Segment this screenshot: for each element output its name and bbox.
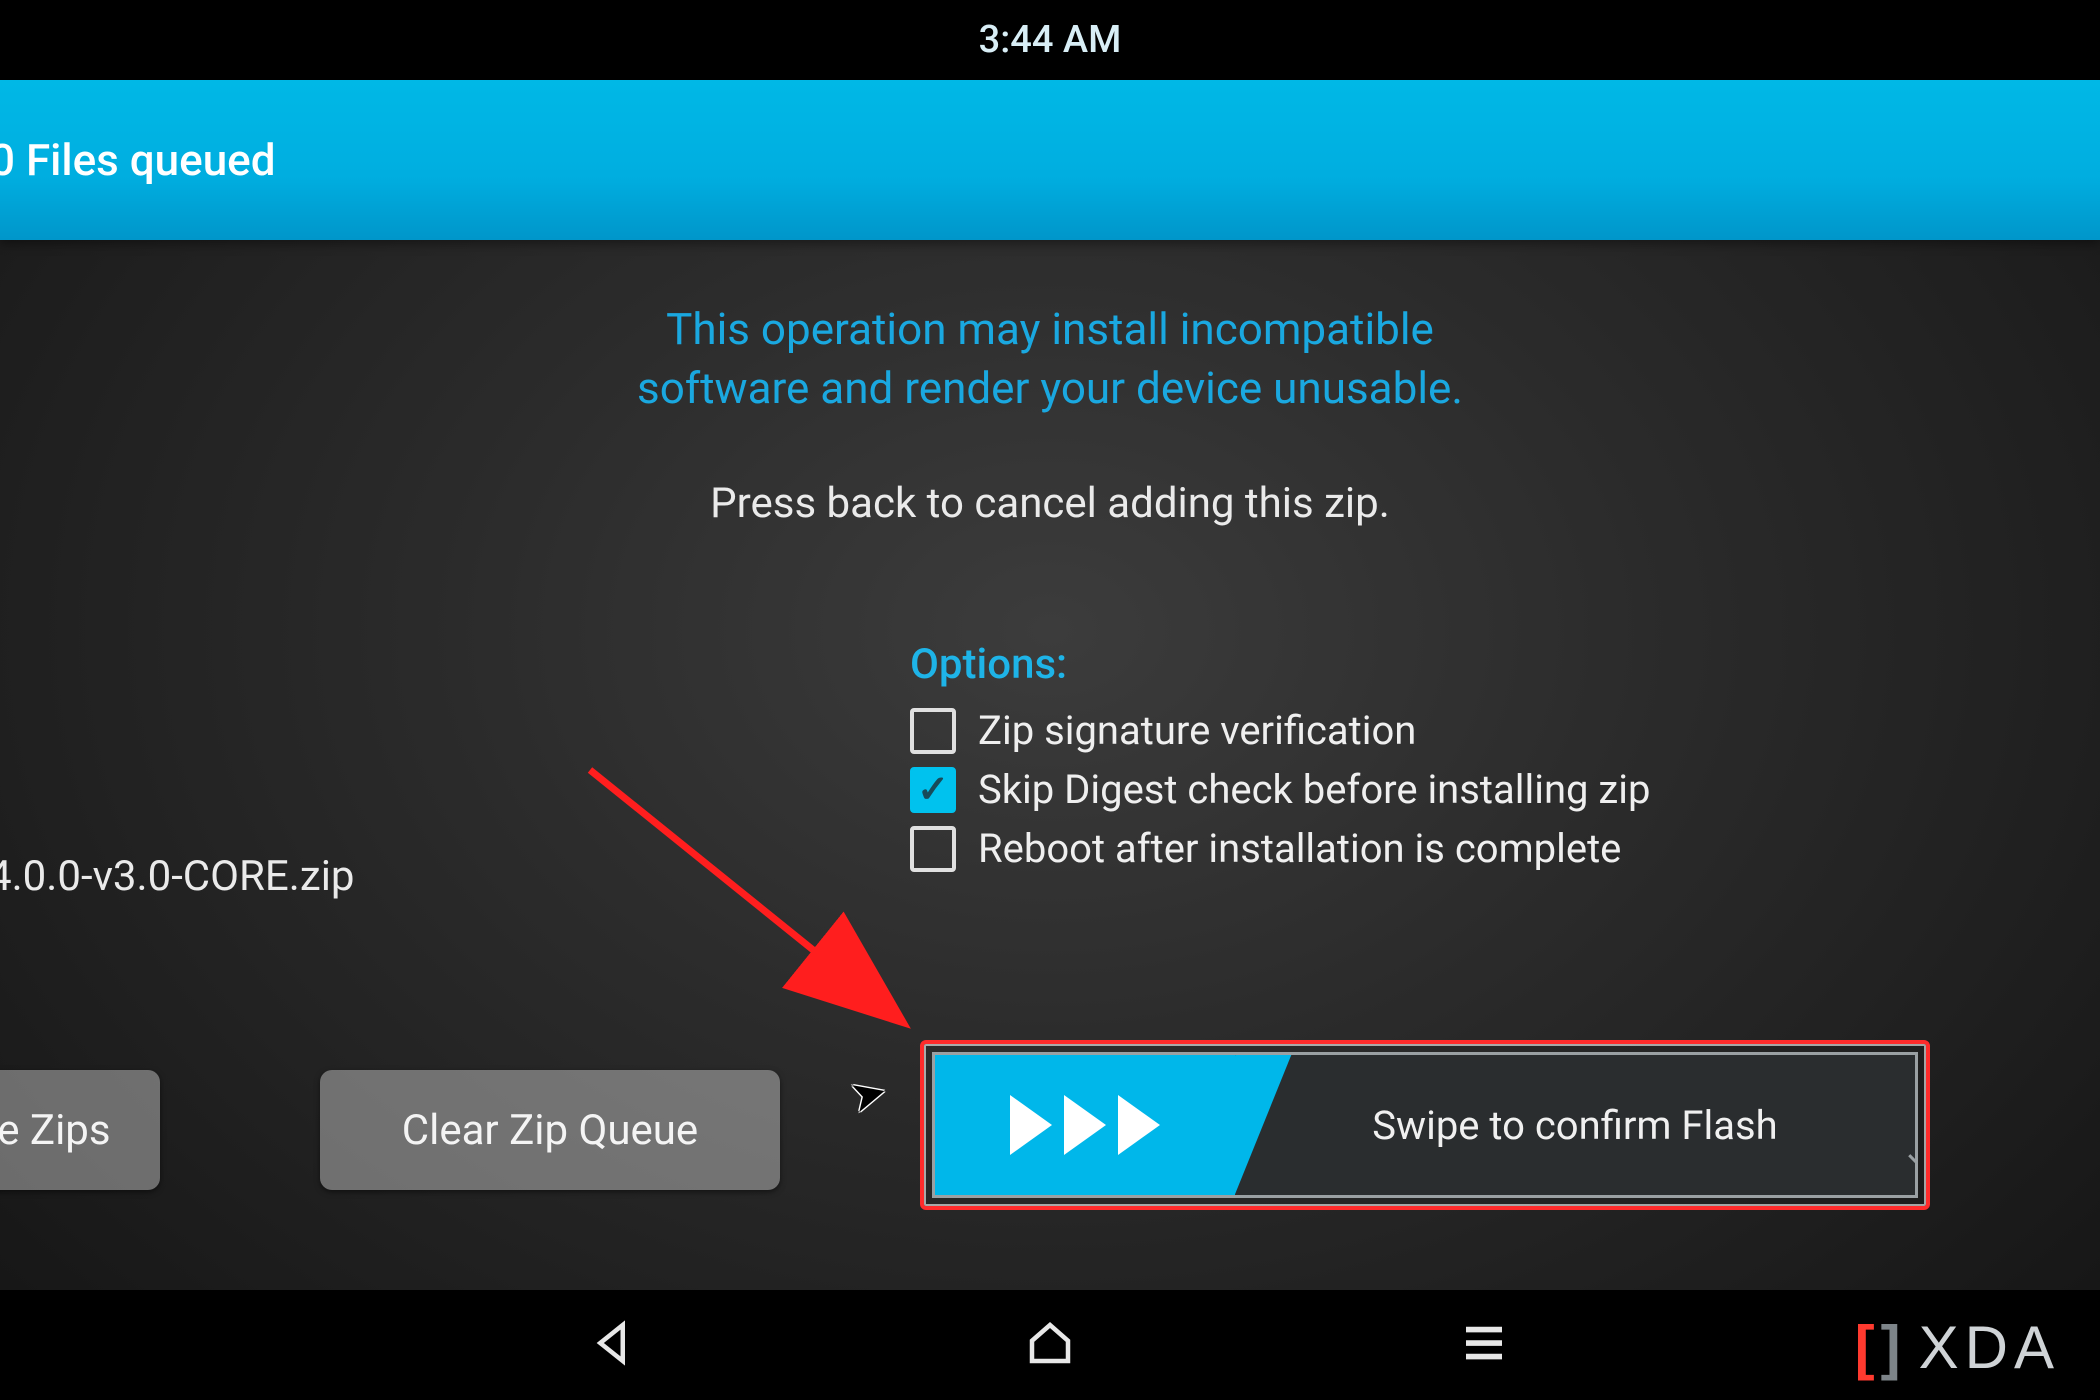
option-label: Skip Digest check before installing zip (978, 766, 1650, 813)
options-title: Options: (910, 640, 1650, 689)
cancel-instruction: Press back to cancel adding this zip. (0, 479, 2100, 528)
home-icon[interactable] (1023, 1316, 1077, 1374)
header-bar: 0 Files queued (0, 80, 2100, 240)
nav-bar (0, 1290, 2100, 1400)
slider-label: Swipe to confirm Flash (1235, 1055, 1915, 1195)
warning-line-2: software and render your device unusable… (0, 359, 2100, 418)
mouse-cursor-icon: ➤ (844, 1064, 893, 1124)
button-label: Clear Zip Queue (402, 1106, 698, 1155)
swipe-slider-highlight: Swipe to confirm Flash (920, 1040, 1930, 1210)
button-label: ore Zips (0, 1106, 111, 1155)
slider-handle[interactable] (935, 1055, 1235, 1195)
clear-zip-queue-button[interactable]: Clear Zip Queue (320, 1070, 780, 1190)
swipe-to-flash-slider[interactable]: Swipe to confirm Flash (932, 1052, 1918, 1198)
add-more-zips-button[interactable]: ore Zips (0, 1070, 160, 1190)
option-skip-digest[interactable]: Skip Digest check before installing zip (910, 766, 1650, 813)
logo-bracket-icon: [] (1855, 1313, 1907, 1382)
queue-label: 0 Files queued (0, 134, 276, 186)
option-label: Zip signature verification (978, 707, 1416, 754)
status-bar: 3:44 AM (0, 0, 2100, 80)
checkbox-icon[interactable] (910, 826, 956, 872)
chevron-right-icon (1118, 1095, 1160, 1155)
menu-icon[interactable] (1457, 1316, 1511, 1374)
queued-file-name: 4.0.0-v3.0-CORE.zip (0, 852, 355, 901)
checkbox-checked-icon[interactable] (910, 767, 956, 813)
option-reboot-after[interactable]: Reboot after installation is complete (910, 825, 1650, 872)
warning-block: This operation may install incompatible … (0, 300, 2100, 528)
logo-text: XDA (1919, 1313, 2060, 1382)
options-block: Options: Zip signature verification Skip… (910, 640, 1650, 884)
status-time: 3:44 AM (979, 18, 1122, 62)
warning-line-1: This operation may install incompatible (0, 300, 2100, 359)
option-label: Reboot after installation is complete (978, 825, 1621, 872)
option-zip-signature[interactable]: Zip signature verification (910, 707, 1650, 754)
chevron-right-icon (1010, 1095, 1052, 1155)
chevron-right-icon (1064, 1095, 1106, 1155)
xda-logo: [] XDA (1855, 1313, 2060, 1382)
back-icon[interactable] (589, 1316, 643, 1374)
checkbox-icon[interactable] (910, 708, 956, 754)
